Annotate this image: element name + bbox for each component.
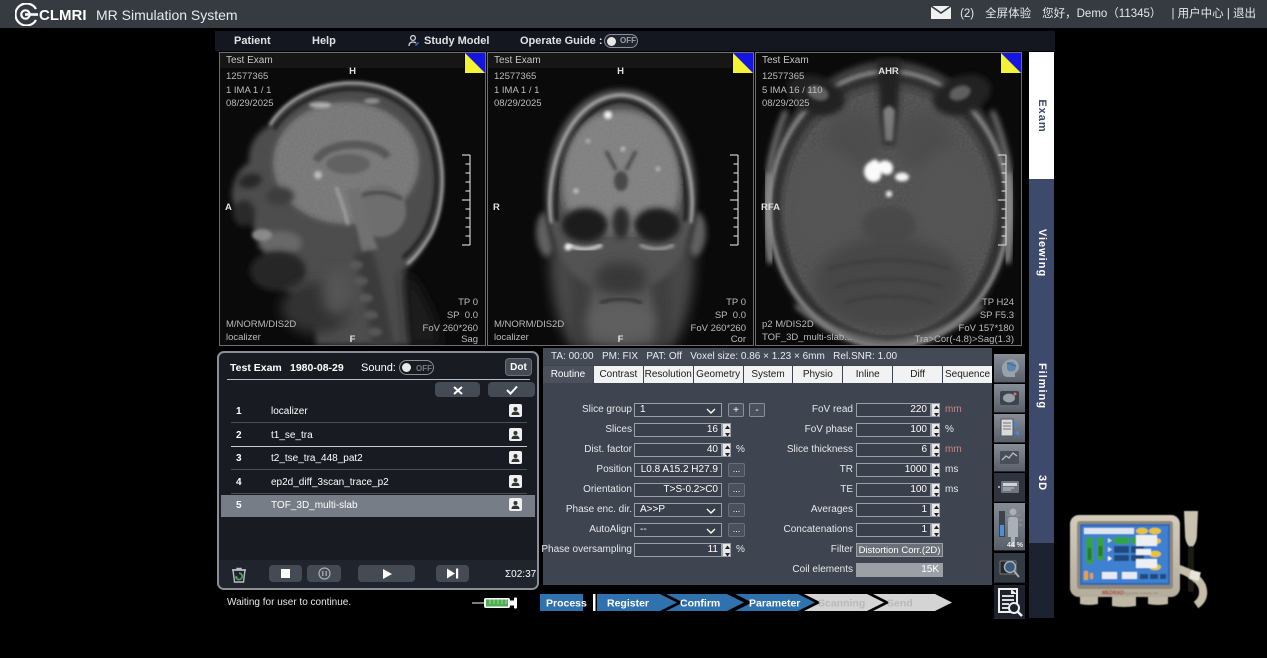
svg-text:Spectris Solaris EP: Spectris Solaris EP — [1124, 591, 1159, 596]
svg-text:Send: Send — [887, 598, 913, 610]
svg-text:Scanning: Scanning — [818, 598, 865, 610]
svg-text:Register: Register — [607, 598, 649, 610]
svg-text:MEDRAD: MEDRAD — [1102, 591, 1124, 597]
svg-text:Process: Process — [546, 598, 587, 610]
svg-text:Parameter: Parameter — [749, 598, 800, 610]
svg-text:Confirm: Confirm — [680, 598, 720, 610]
svg-text:44 %: 44 % — [1007, 542, 1024, 549]
